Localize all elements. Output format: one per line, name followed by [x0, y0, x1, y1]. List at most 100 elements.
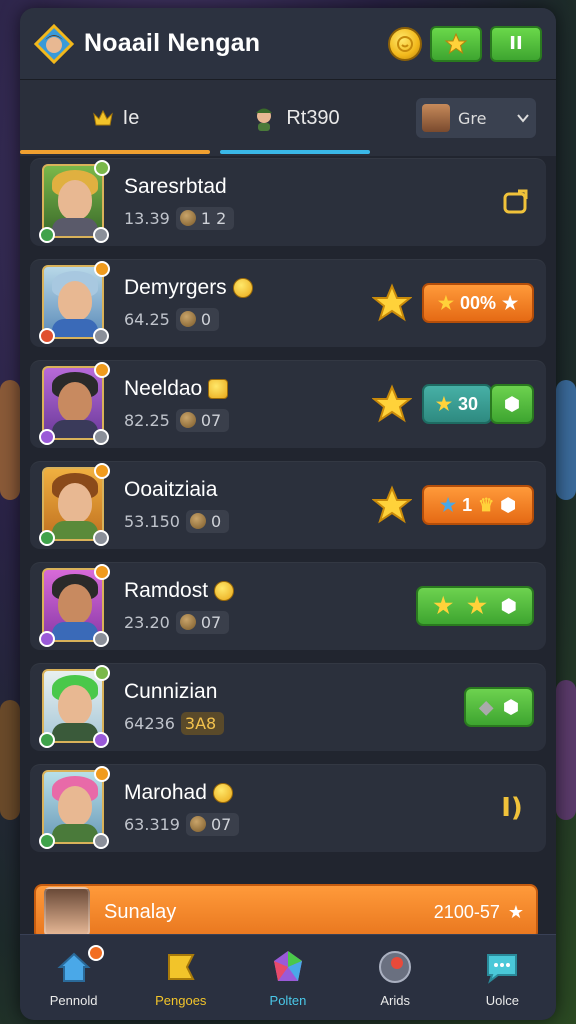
player-name: Neeldao — [124, 376, 203, 400]
list-item[interactable]: Ramdost 23.20 07 ★ ★ ⬢ — [30, 562, 546, 650]
medal-icon — [179, 412, 196, 428]
medal-icon — [179, 311, 196, 327]
gem-icon: ⬢ — [500, 494, 516, 515]
tab-character-label: Rt390 — [286, 106, 340, 129]
pause-label: II — [509, 33, 523, 54]
avatar — [39, 261, 110, 344]
list-item[interactable]: Neeldao 82.25 07 ★ 30 ⬢ — [30, 360, 546, 448]
nav-item-record[interactable]: Arids — [345, 947, 445, 1008]
chat-icon — [487, 954, 518, 984]
star-icon: ★ — [467, 593, 487, 618]
list-item[interactable]: Marohad 63.319 07 I) — [30, 764, 546, 852]
star-icon: ★ — [435, 393, 453, 414]
star-icon — [372, 283, 412, 322]
tab-character[interactable]: Rt390 — [220, 80, 370, 156]
player-name: Ooaitziaia — [124, 477, 218, 501]
region-dropdown[interactable]: Gre — [416, 98, 536, 138]
tab-crown[interactable]: Ie — [20, 80, 210, 156]
bracket-icon[interactable]: I) — [494, 790, 530, 826]
reward-button[interactable]: ★ 1 ♛ ⬢ — [422, 485, 534, 525]
star-icon: ★ — [437, 292, 454, 313]
nav-item-gem[interactable]: Polten — [238, 947, 338, 1008]
notification-badge — [87, 945, 104, 961]
player-score: 64.25 — [124, 309, 170, 329]
tab-underline — [220, 150, 370, 154]
player-name: Ramdost — [124, 578, 209, 602]
player-score: 13.39 — [124, 208, 170, 228]
current-player-score: 2100-57 ★ — [434, 902, 524, 923]
gold-badge-icon — [212, 782, 233, 803]
nav-item-chat[interactable]: Uolce — [452, 947, 552, 1008]
star-icon: ★ — [507, 901, 524, 922]
background-crate — [556, 680, 576, 820]
chevron-down-icon — [517, 114, 529, 123]
character-icon — [256, 108, 273, 131]
star-icon — [444, 32, 468, 54]
current-player-banner[interactable]: Sunalay 2100-57 ★ — [34, 884, 538, 940]
medal-icon — [189, 816, 206, 832]
header: Noaail Nengan II — [20, 8, 556, 80]
avatar — [39, 362, 110, 445]
avatar — [39, 564, 110, 647]
gem-icon: ⬢ — [500, 595, 517, 616]
pill-value: 3A8 — [184, 713, 217, 733]
favorites-button[interactable] — [430, 25, 482, 62]
nav-label: Pennold — [49, 993, 98, 1008]
coin-icon[interactable] — [388, 26, 422, 61]
nav-item-flag[interactable]: Pengoes — [131, 947, 231, 1008]
level-pill: 07 — [175, 408, 230, 432]
player-name: Demyrgers — [124, 275, 227, 299]
player-score: 64236 — [124, 713, 175, 733]
player-score: 53.150 — [124, 511, 180, 531]
record-icon — [379, 951, 412, 983]
avatar — [39, 766, 110, 849]
reward-button[interactable]: ★ ★ ⬢ — [416, 586, 534, 626]
flag-icon — [167, 954, 195, 980]
nav-item-home[interactable]: Pennold — [24, 945, 124, 1008]
tab-crown-label: Ie — [122, 106, 140, 129]
background-crate — [0, 700, 20, 820]
bottom-nav: Pennold Pengoes Polten Arids Uolce — [20, 934, 556, 1020]
reward-button[interactable]: ★ 30 — [422, 384, 492, 424]
player-score: 82.25 — [124, 410, 170, 430]
nav-label: Pengoes — [155, 993, 207, 1008]
gold-badge-icon — [208, 378, 229, 399]
gold-badge-icon — [232, 277, 253, 298]
background-character — [0, 380, 20, 500]
list-item[interactable]: Cunnizian 64236 3A8 ◆ ⬢ — [30, 663, 546, 751]
level-pill: 0 — [175, 307, 219, 331]
pill-value: 07 — [200, 612, 222, 632]
gem-icon — [273, 951, 302, 981]
gold-badge-icon — [214, 580, 235, 601]
avatar — [39, 665, 110, 748]
reward-button[interactable]: ★ 00% ★ — [422, 283, 534, 323]
star-icon — [372, 384, 412, 423]
claim-button[interactable]: ⬢ — [490, 384, 534, 424]
pill-value: 0 — [210, 511, 222, 531]
avatar — [422, 104, 450, 132]
reward-label: 00% — [459, 292, 497, 313]
game-logo-icon — [34, 23, 74, 64]
medal-icon — [179, 210, 196, 226]
pill-value: 0 — [200, 309, 211, 329]
avatar — [44, 887, 90, 937]
list-item[interactable]: Demyrgers 64.25 0 ★ 00% ★ — [30, 259, 546, 347]
reward-button[interactable]: ◆ ⬢ — [464, 687, 534, 727]
level-pill: 1 2 — [175, 206, 235, 230]
page-title: Noaail Nengan — [84, 29, 261, 57]
reward-label: 30 — [458, 393, 479, 414]
list-item[interactable]: Ooaitziaia 53.150 0 ★ 1 ♛ ⬢ — [30, 461, 546, 549]
avatar — [39, 160, 110, 243]
pill-value: 07 — [210, 814, 232, 834]
refresh-icon[interactable] — [498, 184, 534, 220]
star-icon — [372, 485, 412, 524]
player-score: 23.20 — [124, 612, 170, 632]
pause-button[interactable]: II — [490, 25, 542, 62]
nav-label: Uolce — [485, 993, 519, 1008]
list-item[interactable]: Saresrbtad 13.39 1 2 — [30, 158, 546, 246]
player-name: Saresrbtad — [124, 174, 227, 198]
medal-icon — [179, 614, 196, 630]
tab-bar: Ie Rt390 Gre — [20, 80, 556, 156]
pill-value: 07 — [200, 410, 222, 430]
level-pill: 3A8 — [180, 711, 225, 735]
